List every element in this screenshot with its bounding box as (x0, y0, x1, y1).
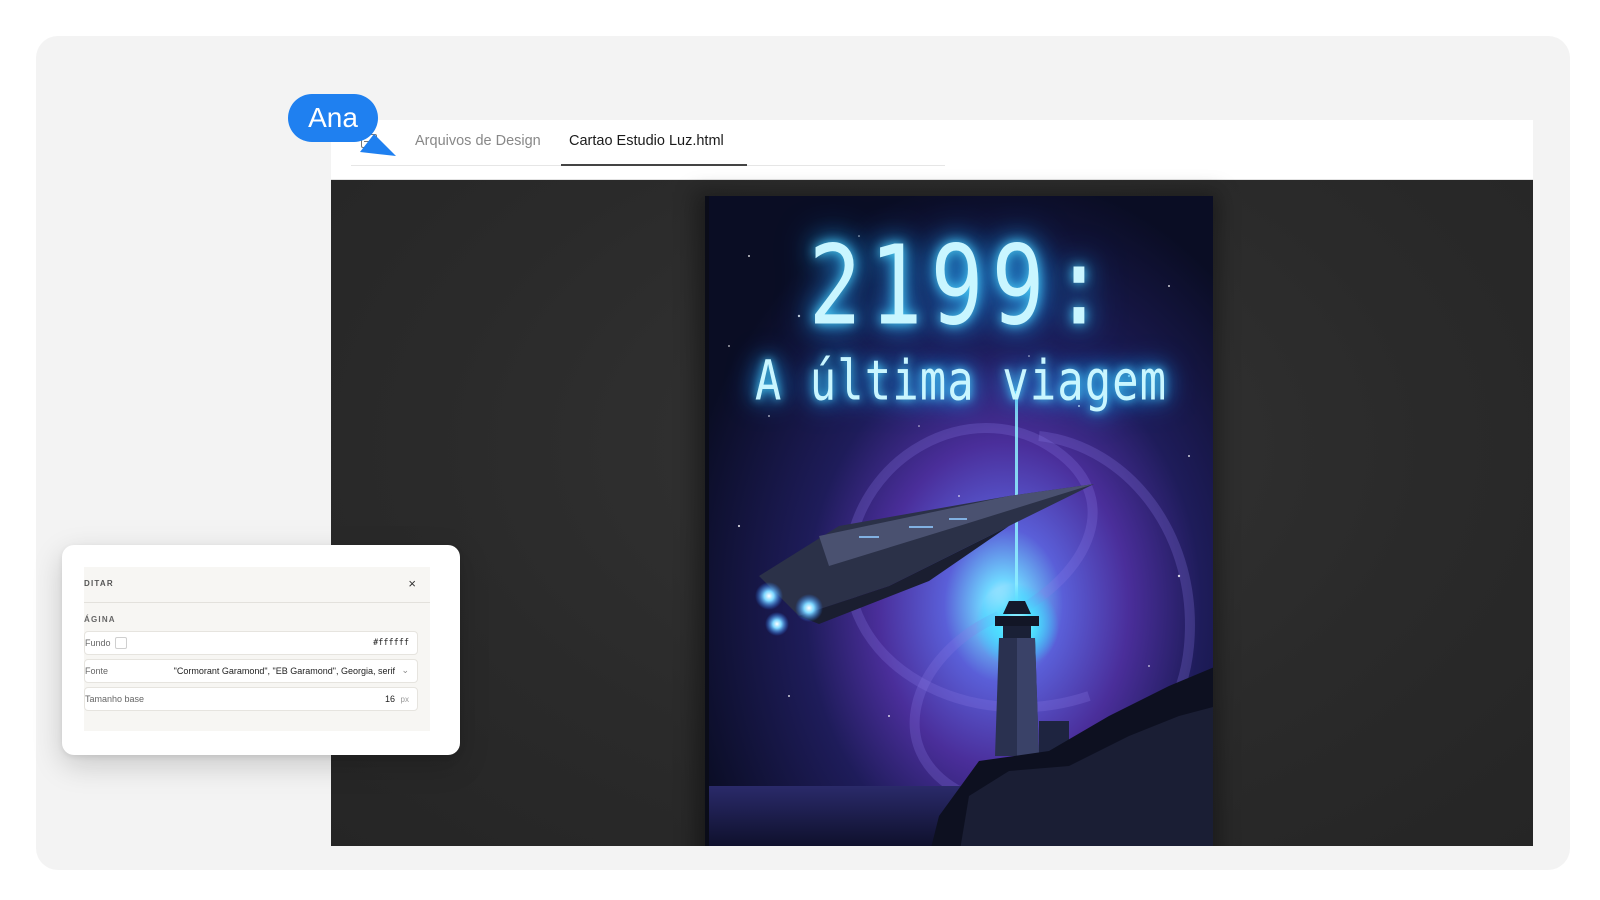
tab-design-files[interactable]: Arquivos de Design (415, 133, 541, 149)
background-field[interactable]: Fundo #ffffff (84, 631, 418, 655)
edit-panel-header: DITAR × (84, 567, 430, 603)
close-icon[interactable]: × (408, 576, 416, 591)
edit-panel-content: DITAR × ÁGINA Fundo #ffffff Fonte "Cormo… (84, 567, 430, 731)
color-swatch[interactable] (115, 637, 127, 649)
base-size-label: Tamanho base (85, 694, 145, 704)
collaborator-cursor-icon (360, 134, 396, 156)
design-canvas[interactable]: 2199: A última viagem (331, 180, 1533, 846)
active-tab-indicator (561, 164, 747, 166)
font-field[interactable]: Fonte "Cormorant Garamond", "EB Garamond… (84, 659, 418, 683)
background-label: Fundo (85, 638, 111, 648)
font-value[interactable]: "Cormorant Garamond", "EB Garamond", Geo… (174, 666, 395, 676)
font-label: Fonte (85, 666, 109, 676)
cover-subtitle: A última viagem (754, 349, 1168, 414)
chevron-down-icon[interactable]: ⌄ (401, 665, 409, 676)
base-size-value[interactable]: 16 (385, 694, 395, 704)
base-size-field[interactable]: Tamanho base 16 px (84, 687, 418, 711)
edit-panel: DITAR × ÁGINA Fundo #ffffff Fonte "Cormo… (62, 545, 460, 755)
book-cover[interactable]: 2199: A última viagem (705, 196, 1213, 846)
base-size-unit: px (400, 695, 409, 704)
app-window: Arquivos de Design Cartao Estudio Luz.ht… (331, 120, 1533, 846)
page-section-label: ÁGINA (84, 615, 116, 624)
tab-cartao-estudio-luz[interactable]: Cartao Estudio Luz.html (569, 133, 724, 149)
cover-title: 2199: (808, 221, 1114, 350)
background-value[interactable]: #ffffff (373, 638, 409, 648)
tab-bar: Arquivos de Design Cartao Estudio Luz.ht… (331, 120, 1533, 180)
tab-strip: Arquivos de Design Cartao Estudio Luz.ht… (351, 120, 945, 166)
edit-panel-title: DITAR (84, 579, 114, 588)
